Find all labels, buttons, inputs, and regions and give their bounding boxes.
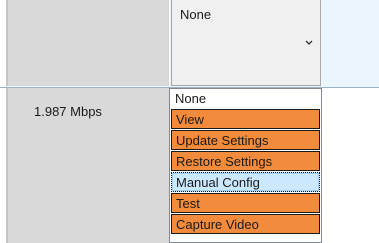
dropdown-item-capture-video[interactable]: Capture Video (171, 214, 320, 234)
dropdown-item-test[interactable]: Test (171, 193, 320, 213)
grid-cell-rate-empty[interactable] (6, 0, 170, 86)
dropdown-item-update-settings[interactable]: Update Settings (171, 130, 320, 150)
dropdown-item-restore-settings[interactable]: Restore Settings (171, 151, 320, 171)
combobox-value: None (180, 7, 212, 22)
grid-cell-rate[interactable]: 1.987 Mbps (6, 88, 169, 243)
action-dropdown-list[interactable]: None View Update Settings Restore Settin… (169, 88, 322, 243)
dropdown-item-none[interactable]: None (171, 89, 320, 109)
grid-view: None 1.987 Mbps None View Update Setting… (0, 0, 379, 243)
grid-row-selected[interactable]: None (0, 0, 379, 88)
action-combobox[interactable]: None (171, 0, 321, 86)
dropdown-item-view[interactable]: View (171, 109, 320, 129)
dropdown-item-manual-config[interactable]: Manual Config (171, 172, 320, 192)
chevron-down-icon[interactable] (303, 38, 315, 48)
grid-cell-next[interactable] (321, 0, 379, 86)
rate-value: 1.987 Mbps (34, 104, 102, 119)
